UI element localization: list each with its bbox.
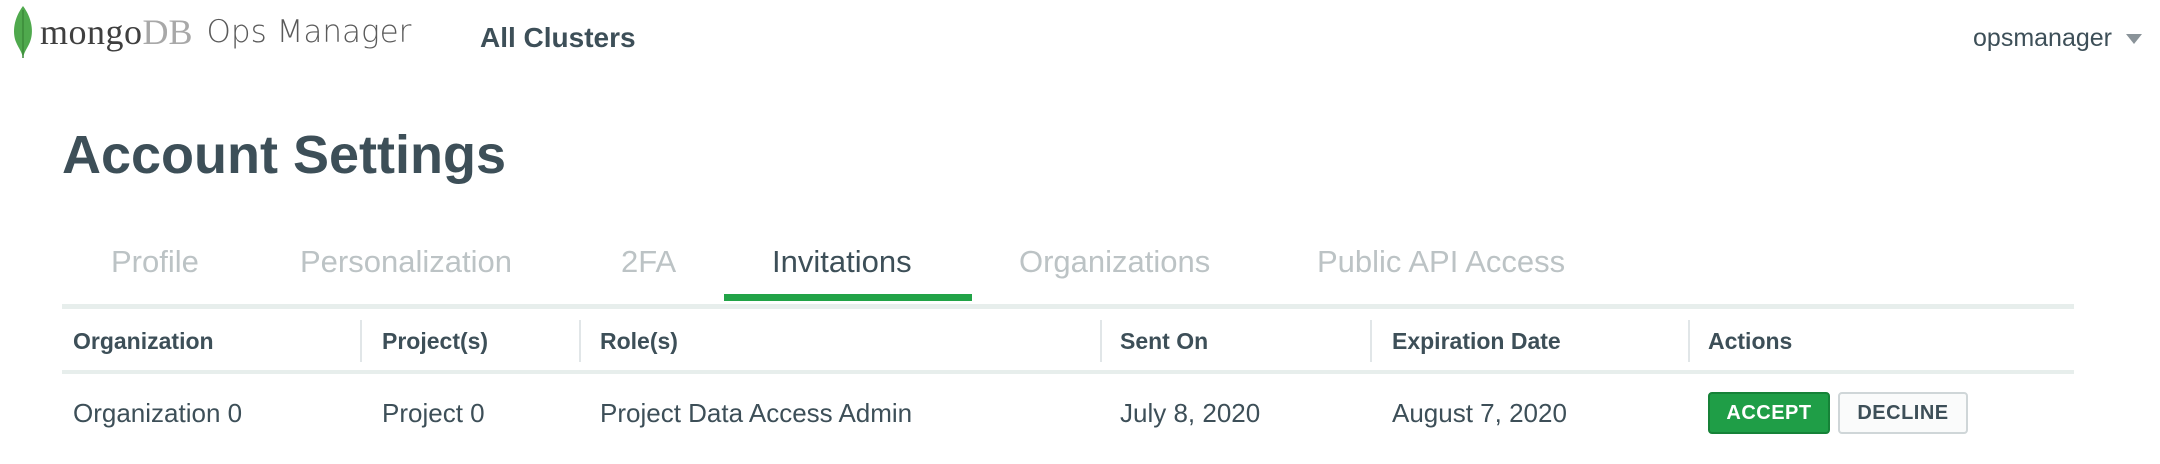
accept-invitation-button[interactable]: ACCEPT <box>1708 392 1830 434</box>
mongodb-logo[interactable]: mongo DB Ops Manager <box>10 4 411 60</box>
caret-down-icon <box>2126 33 2142 44</box>
table-header-row: Organization Project(s) Role(s) Sent On … <box>62 310 2074 374</box>
cell-sent-on: July 8, 2020 <box>1120 398 1261 428</box>
user-menu-dropdown[interactable]: opsmanager <box>1973 24 2142 53</box>
cell-expiration-date: August 7, 2020 <box>1392 398 1567 428</box>
column-header-sent-on[interactable]: Sent On <box>1120 328 1208 355</box>
tab-organizations[interactable]: Organizations <box>1019 244 1210 304</box>
active-tab-indicator <box>724 294 972 301</box>
column-header-organization[interactable]: Organization <box>73 328 214 355</box>
logo-text-mongo: mongo <box>40 12 143 52</box>
nav-all-clusters-link[interactable]: All Clusters <box>480 22 636 54</box>
column-divider <box>1370 320 1372 362</box>
tab-profile[interactable]: Profile <box>111 244 199 304</box>
decline-invitation-button[interactable]: DECLINE <box>1838 392 1968 434</box>
column-divider <box>1100 320 1102 362</box>
logo-text-db: DB <box>142 12 193 52</box>
column-header-roles[interactable]: Role(s) <box>600 328 678 355</box>
account-settings-tabs: Profile Personalization 2FA Invitations … <box>62 236 2074 309</box>
column-divider <box>1688 320 1690 362</box>
column-header-actions: Actions <box>1708 328 1793 354</box>
cell-organization: Organization 0 <box>73 398 243 428</box>
product-name: Ops Manager <box>206 14 412 50</box>
table-row: Organization 0 Project 0 Project Data Ac… <box>62 374 2074 464</box>
mongodb-leaf-icon <box>14 6 32 58</box>
user-name: opsmanager <box>1973 24 2112 52</box>
tab-personalization[interactable]: Personalization <box>300 244 512 304</box>
tab-public-api-access[interactable]: Public API Access <box>1317 244 1565 304</box>
column-header-expiration-date[interactable]: Expiration Date <box>1392 328 1561 355</box>
column-divider <box>579 320 581 362</box>
column-header-projects[interactable]: Project(s) <box>382 328 488 355</box>
tab-2fa[interactable]: 2FA <box>621 244 676 304</box>
cell-projects: Project 0 <box>382 398 485 428</box>
column-divider <box>360 320 362 362</box>
cell-roles: Project Data Access Admin <box>600 398 913 428</box>
top-navigation-bar: mongo DB Ops Manager All Clusters opsman… <box>0 0 2160 80</box>
invitations-table: Organization Project(s) Role(s) Sent On … <box>62 310 2074 464</box>
page-title: Account Settings <box>62 125 507 185</box>
